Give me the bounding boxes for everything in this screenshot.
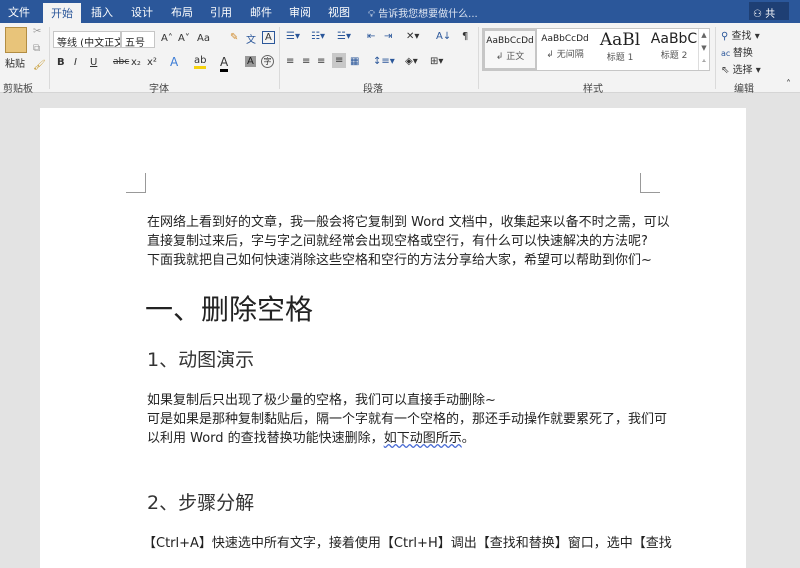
paragraph-group-label: 段落 bbox=[363, 84, 383, 95]
multilevel-list-icon[interactable]: ☱▾ bbox=[337, 31, 351, 42]
margin-corner-mark bbox=[126, 173, 146, 193]
font-name-select[interactable]: 等线 (中文正文 bbox=[53, 31, 121, 48]
tell-me-search[interactable]: 💡︎ 告诉我您想要做什么... bbox=[368, 5, 478, 20]
highlight-icon[interactable]: ab bbox=[194, 55, 207, 69]
ribbon: 粘贴 ✂ ⧉ 🖌︎ 剪贴板 等线 (中文正文 五号 A˄ A˅ Aa ✎ 文 A… bbox=[0, 23, 800, 95]
styles-group-label: 样式 bbox=[583, 84, 603, 95]
tab-file[interactable]: 文件 bbox=[8, 4, 30, 20]
show-marks-icon[interactable]: ¶ bbox=[462, 31, 468, 42]
ribbon-tabs: 文件 开始 插入 设计 布局 引用 邮件 审阅 视图 💡︎ 告诉我您想要做什么.… bbox=[0, 0, 800, 35]
collapse-ribbon-icon[interactable]: ˄ bbox=[786, 79, 791, 90]
underline-icon[interactable]: U bbox=[90, 57, 97, 68]
align-left-icon[interactable]: ≡ bbox=[286, 56, 294, 67]
heading-2-demo: 1、动图演示 bbox=[147, 349, 255, 371]
heading-1: 一、删除空格 bbox=[145, 293, 314, 326]
tab-home[interactable]: 开始 bbox=[43, 3, 81, 23]
replace-icon: ac bbox=[721, 49, 733, 58]
text-effects-icon[interactable]: A bbox=[170, 55, 178, 69]
character-shading-icon[interactable]: A bbox=[245, 56, 256, 67]
grammar-flagged-text: 如下动图所示 bbox=[383, 431, 462, 446]
superscript-icon[interactable]: x² bbox=[147, 57, 157, 68]
share-button[interactable]: ⚇ 共享 bbox=[749, 2, 789, 35]
tab-insert[interactable]: 插入 bbox=[91, 4, 113, 20]
style-heading-2[interactable]: AaBbC 标题 2 bbox=[647, 29, 701, 70]
tab-design[interactable]: 设计 bbox=[131, 4, 153, 20]
change-case-button[interactable]: Aa bbox=[197, 33, 210, 44]
bold-icon[interactable]: B bbox=[57, 57, 65, 68]
subscript-icon[interactable]: x₂ bbox=[131, 57, 141, 68]
shrink-font-icon[interactable]: A˅ bbox=[178, 33, 190, 44]
italic-icon[interactable]: I bbox=[74, 57, 77, 68]
demo-paragraph: 如果复制后只出现了极少量的空格，我们可以直接手动删除~ 可是如果是那种复制黏贴后… bbox=[147, 393, 668, 446]
shading-icon[interactable]: ◈▾ bbox=[405, 56, 418, 67]
margin-corner-mark bbox=[640, 173, 660, 193]
steps-paragraph: 【Ctrl+A】快速选中所有文字，接着使用【Ctrl+H】调出【查找和替换】窗口… bbox=[143, 536, 672, 551]
increase-indent-icon[interactable]: ⇥ bbox=[384, 31, 392, 42]
decrease-indent-icon[interactable]: ⇤ bbox=[367, 31, 375, 42]
cursor-icon: ⇖ bbox=[721, 65, 733, 76]
grow-font-icon[interactable]: A˄ bbox=[161, 33, 173, 44]
replace-button[interactable]: ac 替换 bbox=[721, 44, 753, 59]
borders-icon[interactable]: ⊞▾ bbox=[430, 56, 443, 67]
sort-icon[interactable]: A↓ bbox=[436, 31, 451, 42]
styles-scroll[interactable]: ▲ ▼ ⩡ bbox=[698, 29, 709, 70]
align-right-icon[interactable]: ≡ bbox=[317, 56, 325, 67]
person-add-icon: ⚇ bbox=[753, 9, 766, 20]
clipboard-group-label: 剪贴板 bbox=[3, 84, 33, 95]
clear-formatting-icon[interactable]: ✎ bbox=[230, 32, 238, 43]
character-border-icon[interactable]: A bbox=[262, 31, 275, 44]
styles-gallery: AaBbCcDd ↲ 正文 AaBbCcDd ↲ 无间隔 AaBl 标题 1 AaBb… bbox=[482, 28, 710, 71]
paste-button[interactable]: 粘贴 bbox=[5, 55, 25, 70]
line-spacing-icon[interactable]: ↕≡▾ bbox=[373, 56, 395, 67]
tab-mailings[interactable]: 邮件 bbox=[250, 4, 272, 20]
intro-paragraph: 在网络上看到好的文章，我一般会将它复制到 Word 文档中，收集起来以备不时之需… bbox=[147, 215, 670, 268]
tab-layout[interactable]: 布局 bbox=[171, 4, 193, 20]
style-no-spacing[interactable]: AaBbCcDd ↲ 无间隔 bbox=[538, 29, 592, 70]
phonetic-guide-icon[interactable]: 文 bbox=[246, 31, 256, 46]
cut-icon[interactable]: ✂ bbox=[33, 26, 41, 37]
paste-icon[interactable] bbox=[5, 27, 27, 53]
heading-2-steps: 2、步骤分解 bbox=[147, 492, 255, 514]
editing-group-label: 编辑 bbox=[734, 84, 754, 95]
select-button[interactable]: ⇖ 选择 ▾ bbox=[721, 61, 761, 76]
strikethrough-icon[interactable]: abc bbox=[113, 57, 129, 67]
distributed-icon[interactable]: ▦ bbox=[350, 56, 359, 67]
justify-icon[interactable]: ≡ bbox=[332, 53, 347, 68]
enclose-characters-icon[interactable]: 字 bbox=[261, 55, 274, 68]
document-page[interactable]: 在网络上看到好的文章，我一般会将它复制到 Word 文档中，收集起来以备不时之需… bbox=[40, 108, 746, 568]
tab-references[interactable]: 引用 bbox=[210, 4, 232, 20]
lightbulb-icon: 💡︎ bbox=[368, 9, 379, 20]
copy-icon[interactable]: ⧉ bbox=[33, 43, 40, 54]
style-normal[interactable]: AaBbCcDd ↲ 正文 bbox=[483, 29, 537, 70]
bullets-icon[interactable]: ☰▾ bbox=[286, 31, 300, 42]
font-group-label: 字体 bbox=[149, 84, 169, 95]
search-icon: ⚲ bbox=[721, 31, 732, 42]
font-size-select[interactable]: 五号 bbox=[121, 31, 155, 49]
tab-review[interactable]: 审阅 bbox=[289, 4, 311, 20]
format-painter-icon[interactable]: 🖌︎ bbox=[33, 60, 46, 71]
numbering-icon[interactable]: ☷▾ bbox=[311, 31, 325, 42]
style-heading-1[interactable]: AaBl 标题 1 bbox=[593, 29, 647, 70]
tab-view[interactable]: 视图 bbox=[328, 4, 350, 20]
chinese-layout-icon[interactable]: ✕▾ bbox=[406, 31, 419, 42]
align-center-icon[interactable]: ≡ bbox=[302, 56, 310, 67]
find-button[interactable]: ⚲ 查找 ▾ bbox=[721, 27, 760, 42]
font-color-icon[interactable]: A bbox=[220, 55, 229, 72]
